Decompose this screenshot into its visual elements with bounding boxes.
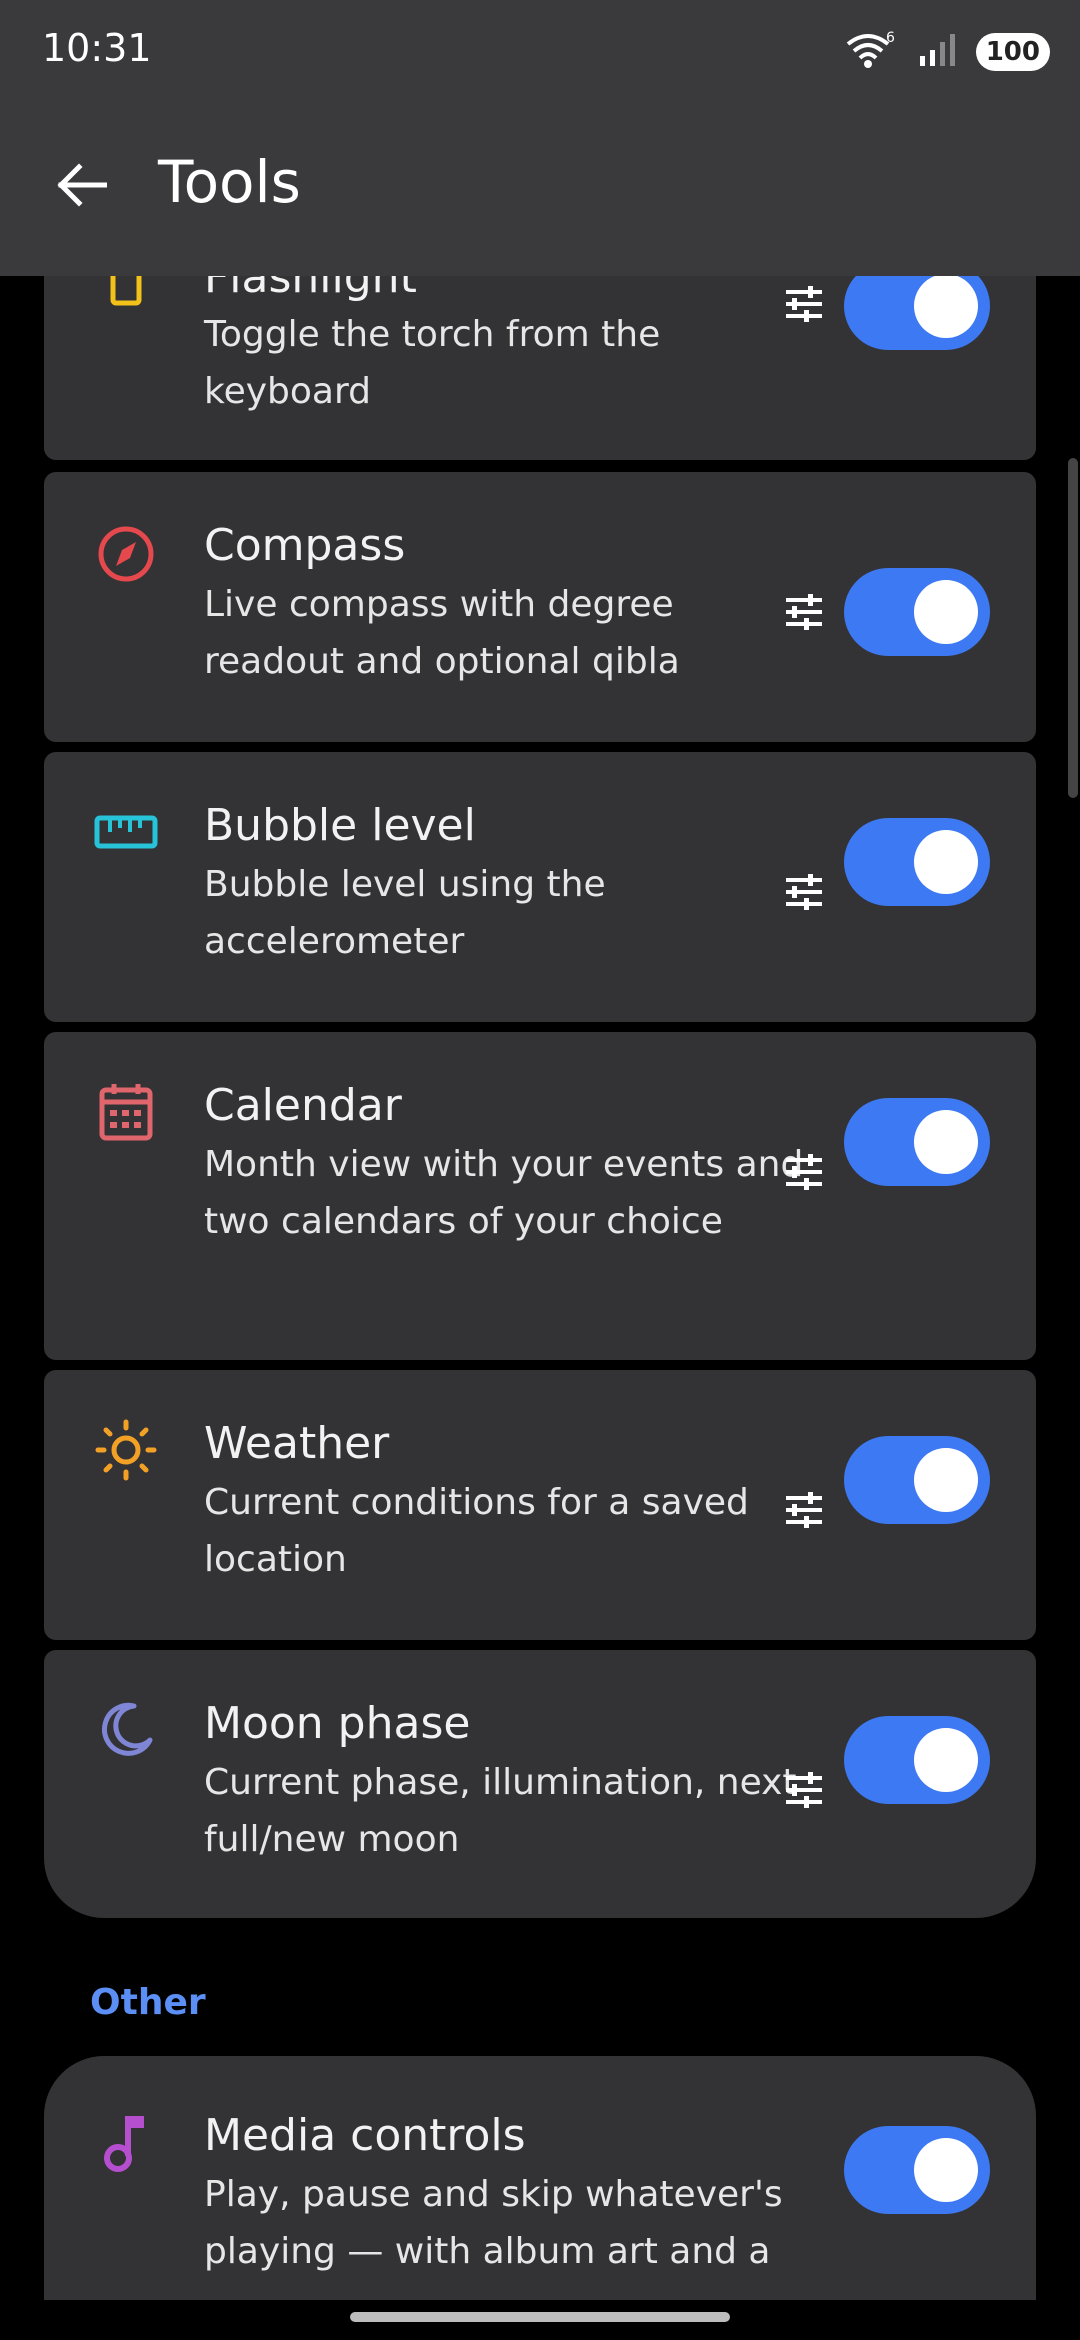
tool-title: Calendar	[204, 1080, 402, 1131]
tool-card-weather: Weather Current conditions for a saved l…	[44, 1370, 1036, 1640]
scrollbar[interactable]	[1068, 458, 1078, 798]
toggle-switch[interactable]	[844, 568, 990, 656]
tune-settings-button[interactable]	[774, 1760, 834, 1820]
tool-card-compass: Compass Live compass with degree readout…	[44, 472, 1036, 742]
toggle-switch[interactable]	[844, 1098, 990, 1186]
page-title: Tools	[158, 148, 301, 216]
toggle-switch[interactable]	[844, 2126, 990, 2214]
tool-card-calendar: Calendar Month view with your events and…	[44, 1032, 1036, 1360]
tune-icon	[786, 1492, 822, 1528]
toggle-switch[interactable]	[844, 1716, 990, 1804]
tool-description: Current phase, illumination, next full/n…	[204, 1762, 797, 1860]
tune-settings-button[interactable]	[774, 274, 834, 334]
tune-icon	[786, 286, 822, 322]
tune-icon	[786, 1772, 822, 1808]
tune-settings-button[interactable]	[774, 862, 834, 922]
moon-icon	[92, 1696, 160, 1764]
tool-description: Current conditions for a saved location	[204, 1482, 749, 1580]
compass-icon	[92, 520, 160, 588]
signal-icon	[918, 32, 958, 72]
wifi-icon: 6	[844, 30, 900, 74]
tool-description: Toggle the torch from the keyboard	[204, 314, 661, 412]
tune-icon	[786, 1154, 822, 1190]
tune-icon	[786, 594, 822, 630]
tool-title: Bubble level	[204, 800, 476, 851]
tool-card-bubble-level: Bubble level Bubble level using the acce…	[44, 752, 1036, 1022]
tune-settings-button[interactable]	[774, 1142, 834, 1202]
toggle-switch[interactable]	[844, 818, 990, 906]
tool-title: Weather	[204, 1418, 390, 1469]
sun-icon	[92, 1416, 160, 1484]
status-icons: 6 100	[844, 30, 1050, 74]
tool-title: Compass	[204, 520, 406, 571]
tune-settings-button[interactable]	[774, 1480, 834, 1540]
battery-indicator: 100	[975, 33, 1050, 71]
svg-text:6: 6	[886, 30, 895, 46]
status-time: 10:31	[42, 26, 152, 70]
tune-icon	[786, 874, 822, 910]
arrow-left-icon	[57, 163, 107, 207]
tool-title: Media controls	[204, 2110, 526, 2161]
tool-description: Live compass with degree readout and opt…	[204, 584, 680, 682]
tool-card-media-controls: Media controls Play, pause and skip what…	[44, 2056, 1036, 2300]
calendar-icon	[92, 1078, 160, 1146]
back-button[interactable]	[46, 150, 116, 220]
tune-settings-button[interactable]	[774, 582, 834, 642]
tool-card-moon-phase: Moon phase Current phase, illumination, …	[44, 1650, 1036, 1918]
app-bar: 10:31 6 100 Tools	[0, 0, 1080, 276]
tool-description: Bubble level using the accelerometer	[204, 864, 606, 962]
tool-description: Play, pause and skip whatever's playing …	[204, 2174, 783, 2272]
music-note-icon	[92, 2108, 160, 2176]
gesture-navigation-bar[interactable]	[350, 2312, 730, 2322]
tool-title: Moon phase	[204, 1698, 471, 1749]
ruler-icon	[92, 798, 160, 866]
section-header-other: Other	[90, 1982, 206, 2023]
tool-description: Month view with your events and two cale…	[204, 1144, 804, 1242]
toggle-switch[interactable]	[844, 1436, 990, 1524]
